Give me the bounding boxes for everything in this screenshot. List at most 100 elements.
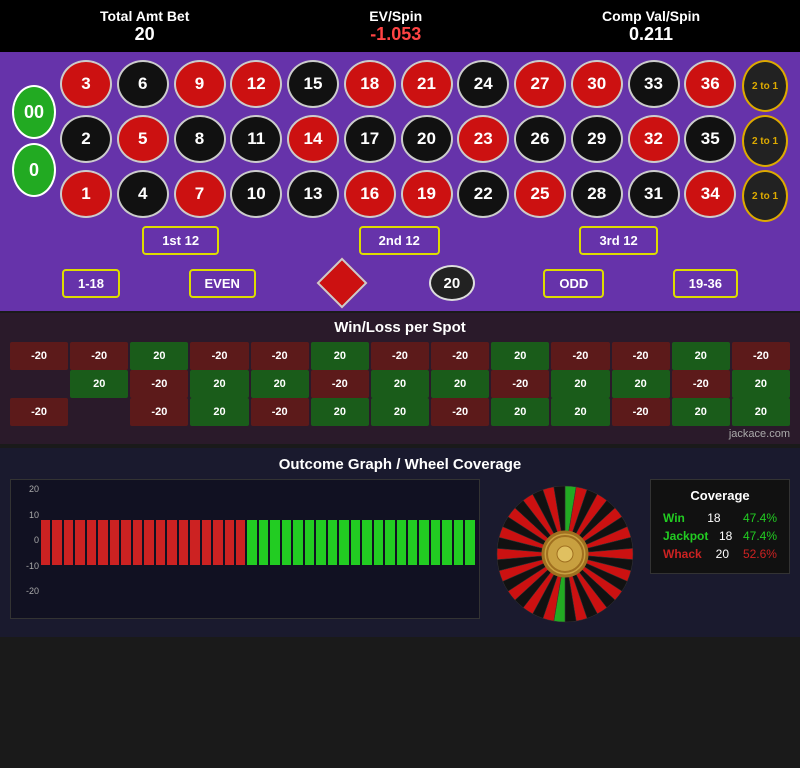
col-bet-3[interactable]: 2 to 1 (742, 170, 788, 222)
number-24[interactable]: 24 (457, 60, 509, 108)
coverage-whack-pct: 52.6% (743, 547, 777, 561)
ev-spin-col: EV/Spin -1.053 (369, 8, 422, 45)
bar-29 (374, 484, 383, 600)
number-26[interactable]: 26 (514, 115, 566, 163)
number-11[interactable]: 11 (230, 115, 282, 163)
bet-1-18[interactable]: 1-18 (62, 269, 120, 298)
wl-cell-2-0: -20 (10, 398, 68, 426)
number-19[interactable]: 19 (401, 170, 453, 218)
dozen-1st[interactable]: 1st 12 (142, 226, 219, 255)
bar-24 (316, 484, 325, 600)
number-29[interactable]: 29 (571, 115, 623, 163)
wl-cell-0-2: 20 (130, 342, 188, 370)
number-22[interactable]: 22 (457, 170, 509, 218)
number-8[interactable]: 8 (174, 115, 226, 163)
wl-cell-2-8: 20 (491, 398, 549, 426)
bet-odd[interactable]: ODD (543, 269, 604, 298)
wl-cell-1-0 (10, 370, 68, 398)
dozen-3rd[interactable]: 3rd 12 (579, 226, 657, 255)
outcome-title: Outcome Graph / Wheel Coverage (10, 456, 790, 473)
comp-val-spin-value: 0.211 (602, 24, 700, 45)
number-12[interactable]: 12 (230, 60, 282, 108)
double-zero[interactable]: 00 (12, 85, 56, 139)
dozen-2nd[interactable]: 2nd 12 (359, 226, 440, 255)
wl-cell-1-11: -20 (672, 370, 730, 398)
bar-13 (190, 484, 199, 600)
number-9[interactable]: 9 (174, 60, 226, 108)
bar-26 (339, 484, 348, 600)
coverage-jackpot-pct: 47.4% (743, 529, 777, 543)
coverage-win-row: Win 18 47.4% (663, 511, 777, 525)
number-23[interactable]: 23 (457, 115, 509, 163)
wl-cell-2-9: 20 (551, 398, 609, 426)
wl-cell-2-12: 20 (732, 398, 790, 426)
number-32[interactable]: 32 (628, 115, 680, 163)
wl-cell-1-10: 20 (612, 370, 670, 398)
numbers-grid: 3691215182124273033362581114172023262932… (60, 60, 738, 222)
bar-22 (293, 484, 302, 600)
col-bet-1[interactable]: 2 to 1 (742, 60, 788, 112)
winloss-section: Win/Loss per Spot -20-2020-20-2020-20-20… (0, 313, 800, 444)
coverage-title: Coverage (663, 488, 777, 503)
number-18[interactable]: 18 (344, 60, 396, 108)
col-bet-2[interactable]: 2 to 1 (742, 115, 788, 167)
number-10[interactable]: 10 (230, 170, 282, 218)
table-grid: 00 0 36912151821242730333625811141720232… (12, 60, 788, 222)
wl-cell-1-6: 20 (371, 370, 429, 398)
number-16[interactable]: 16 (344, 170, 396, 218)
coverage-jackpot-row: Jackpot 18 47.4% (663, 529, 777, 543)
number-6[interactable]: 6 (117, 60, 169, 108)
number-4[interactable]: 4 (117, 170, 169, 218)
number-20[interactable]: 20 (401, 115, 453, 163)
number-3[interactable]: 3 (60, 60, 112, 108)
number-2[interactable]: 2 (60, 115, 112, 163)
bet-19-36[interactable]: 19-36 (673, 269, 738, 298)
bar-34 (431, 484, 440, 600)
number-15[interactable]: 15 (287, 60, 339, 108)
wl-cell-1-1: 20 (70, 370, 128, 398)
red-diamond[interactable] (317, 258, 368, 309)
outcome-section: Outcome Graph / Wheel Coverage 20 10 0 -… (0, 448, 800, 637)
number-21[interactable]: 21 (401, 60, 453, 108)
bar-36 (454, 484, 463, 600)
number-35[interactable]: 35 (684, 115, 736, 163)
wl-cell-1-5: -20 (311, 370, 369, 398)
coverage-whack-row: Whack 20 52.6% (663, 547, 777, 561)
bet-even[interactable]: EVEN (189, 269, 256, 298)
number-33[interactable]: 33 (628, 60, 680, 108)
number-1[interactable]: 1 (60, 170, 112, 218)
zero[interactable]: 0 (12, 143, 56, 197)
total-amt-bet-value: 20 (100, 24, 189, 45)
wl-cell-2-5: 20 (311, 398, 369, 426)
number-25[interactable]: 25 (514, 170, 566, 218)
number-34[interactable]: 34 (684, 170, 736, 218)
wl-cell-2-1 (70, 398, 128, 426)
winloss-row-1: 20-202020-202020-202020-2020 (10, 370, 790, 398)
bar-37 (465, 484, 474, 600)
bar-4 (87, 484, 96, 600)
number-36[interactable]: 36 (684, 60, 736, 108)
bar-12 (179, 484, 188, 600)
bar-18 (247, 484, 256, 600)
number-13[interactable]: 13 (287, 170, 339, 218)
bar-15 (213, 484, 222, 600)
dozen-row: 1st 12 2nd 12 3rd 12 (12, 222, 788, 259)
number-circle-20: 20 (429, 265, 475, 301)
wl-cell-0-12: -20 (732, 342, 790, 370)
bar-17 (236, 484, 245, 600)
number-7[interactable]: 7 (174, 170, 226, 218)
number-17[interactable]: 17 (344, 115, 396, 163)
number-28[interactable]: 28 (571, 170, 623, 218)
number-31[interactable]: 31 (628, 170, 680, 218)
number-27[interactable]: 27 (514, 60, 566, 108)
ev-spin-value: -1.053 (369, 24, 422, 45)
coverage-win-count: 18 (707, 511, 720, 525)
bar-6 (110, 484, 119, 600)
number-14[interactable]: 14 (287, 115, 339, 163)
bar-0 (41, 484, 50, 600)
wl-cell-0-7: -20 (431, 342, 489, 370)
number-5[interactable]: 5 (117, 115, 169, 163)
coverage-whack-count: 20 (716, 547, 729, 561)
number-30[interactable]: 30 (571, 60, 623, 108)
y-axis: 20 10 0 -10 -20 (11, 480, 41, 600)
